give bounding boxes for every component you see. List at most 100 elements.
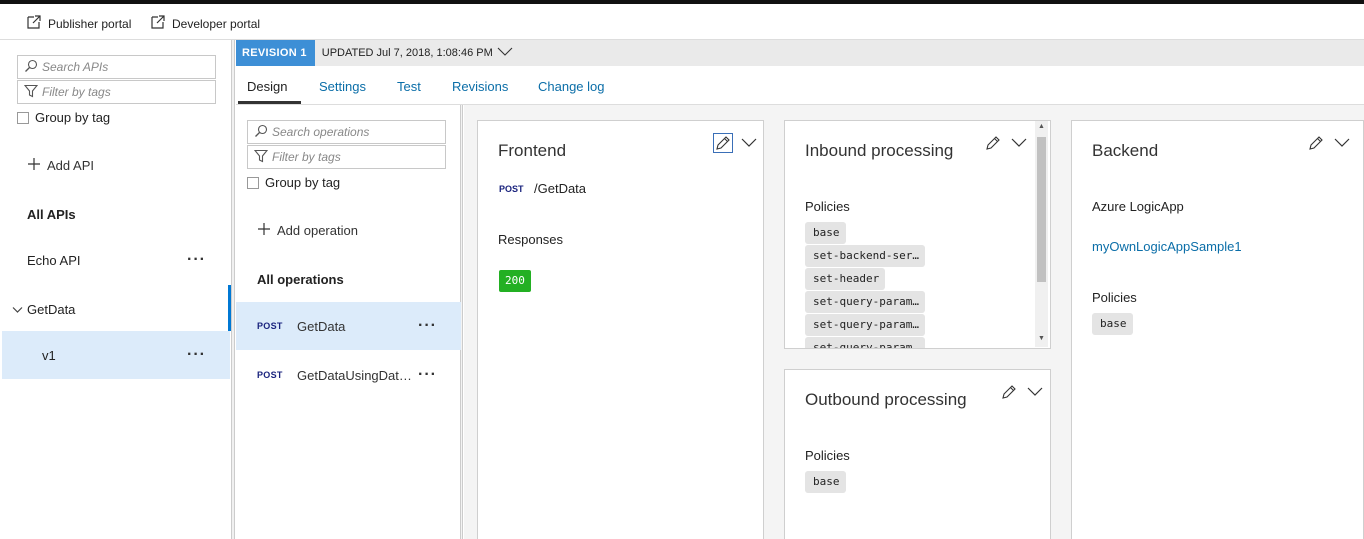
revision-dropdown[interactable]: UPDATED Jul 7, 2018, 1:08:46 PM: [322, 47, 513, 59]
more-options-icon[interactable]: ···: [418, 318, 437, 334]
search-operations-field[interactable]: [247, 120, 446, 144]
search-icon: [24, 59, 38, 76]
chevron-down-icon[interactable]: [1332, 133, 1352, 153]
search-apis-field[interactable]: [17, 55, 216, 79]
api-version-v1[interactable]: v1 ···: [2, 331, 230, 379]
api-version-label: v1: [42, 347, 56, 363]
policy-chip[interactable]: base: [1092, 313, 1133, 335]
operation-name: GetData: [297, 318, 346, 334]
publisher-portal-label: Publisher portal: [48, 16, 132, 31]
method-badge: POST: [257, 370, 283, 380]
inbound-processing-card: Inbound processing Policies base set-bac…: [784, 120, 1051, 349]
policies-label: Policies: [805, 448, 850, 463]
active-tab-indicator: [238, 101, 301, 104]
frontend-card: Frontend POST /GetData Responses 200: [477, 120, 764, 539]
method-badge: POST: [257, 321, 283, 331]
group-by-tag-checkbox[interactable]: Group by tag: [17, 110, 110, 125]
api-item-label: GetData: [27, 301, 76, 317]
filter-operations-tags-field[interactable]: [247, 145, 446, 169]
scroll-down-icon[interactable]: ▼: [1038, 335, 1045, 342]
scroll-up-icon[interactable]: ▲: [1038, 123, 1045, 130]
chevron-down-icon[interactable]: [1025, 382, 1045, 402]
inbound-scrollbar-thumb[interactable]: [1037, 137, 1046, 282]
edit-icon[interactable]: [1306, 133, 1326, 153]
external-link-icon: [26, 14, 42, 33]
responses-label: Responses: [498, 232, 564, 247]
checkbox-box[interactable]: [247, 176, 259, 189]
checkbox-box[interactable]: [17, 111, 29, 124]
panel-divider[interactable]: [232, 40, 235, 539]
tab-design[interactable]: Design: [247, 79, 287, 94]
add-api-button[interactable]: Add API: [27, 157, 94, 174]
edit-icon[interactable]: [713, 133, 733, 153]
plus-icon: [27, 157, 41, 174]
chevron-down-icon[interactable]: [739, 133, 759, 153]
add-operation-button[interactable]: Add operation: [257, 222, 358, 239]
backend-type: Azure LogicApp: [1092, 199, 1184, 214]
add-operation-label: Add operation: [277, 223, 358, 238]
ops-group-by-tag-checkbox[interactable]: Group by tag: [247, 175, 340, 190]
operation-name: GetDataUsingData...: [297, 367, 415, 383]
chevron-down-icon: [497, 47, 513, 59]
top-bar: Publisher portal Developer portal: [0, 0, 1364, 40]
search-operations-input[interactable]: [272, 125, 445, 139]
edit-icon[interactable]: [999, 382, 1019, 402]
plus-icon: [257, 222, 271, 239]
policies-label: Policies: [1092, 290, 1137, 305]
policy-chip[interactable]: set-query-param…: [805, 291, 925, 313]
chevron-down-icon[interactable]: [12, 302, 23, 317]
publisher-portal-link[interactable]: Publisher portal: [26, 14, 131, 33]
policy-chip[interactable]: set-header: [805, 268, 886, 290]
policy-chip[interactable]: set-query-param…: [805, 337, 925, 348]
group-by-tag-label: Group by tag: [265, 175, 341, 190]
revision-bar: REVISION 1 UPDATED Jul 7, 2018, 1:08:46 …: [236, 40, 1364, 66]
more-options-icon[interactable]: ···: [187, 347, 206, 363]
panel-divider[interactable]: [461, 105, 463, 539]
operation-item-getdatausingdata[interactable]: POST GetDataUsingData... ···: [236, 351, 461, 399]
filter-tags-input[interactable]: [42, 85, 215, 99]
edit-icon[interactable]: [983, 133, 1003, 153]
operation-path: /GetData: [534, 181, 587, 196]
tab-bar: Design Settings Test Revisions Change lo…: [236, 66, 1364, 105]
backend-card: Backend Azure LogicApp myOwnLogicAppSamp…: [1071, 120, 1364, 539]
inbound-title: Inbound processing: [805, 141, 954, 160]
filter-icon: [253, 149, 269, 166]
api-item-getdata[interactable]: GetData: [2, 285, 230, 333]
outbound-title: Outbound processing: [805, 390, 967, 409]
policy-chip[interactable]: set-query-param…: [805, 314, 925, 336]
frontend-title: Frontend: [498, 141, 567, 160]
method-badge: POST: [499, 184, 524, 194]
backend-title: Backend: [1092, 141, 1159, 160]
api-item-label: Echo API: [27, 252, 81, 268]
filter-operations-tags-input[interactable]: [272, 150, 445, 164]
selected-indicator: [228, 285, 231, 331]
more-options-icon[interactable]: ···: [418, 367, 437, 383]
policy-chip[interactable]: set-backend-ser…: [805, 245, 925, 267]
all-operations-heading[interactable]: All operations: [257, 272, 344, 287]
tab-test[interactable]: Test: [397, 79, 421, 94]
operation-item-getdata[interactable]: POST GetData ···: [236, 302, 461, 350]
search-apis-input[interactable]: [42, 60, 215, 74]
revision-updated-text: UPDATED Jul 7, 2018, 1:08:46 PM: [321, 47, 493, 59]
backend-link[interactable]: myOwnLogicAppSample1: [1092, 239, 1242, 254]
tab-settings[interactable]: Settings: [319, 79, 366, 94]
add-api-label: Add API: [47, 158, 94, 173]
filter-icon: [23, 84, 39, 101]
search-icon: [254, 124, 268, 141]
all-apis-heading[interactable]: All APIs: [27, 207, 76, 222]
developer-portal-label: Developer portal: [172, 16, 261, 31]
filter-tags-field[interactable]: [17, 80, 216, 104]
tab-revisions[interactable]: Revisions: [452, 79, 508, 94]
outbound-processing-card: Outbound processing Policies base: [784, 369, 1051, 539]
tab-change-log[interactable]: Change log: [538, 79, 605, 94]
group-by-tag-label: Group by tag: [35, 110, 111, 125]
chevron-down-icon[interactable]: [1009, 133, 1029, 153]
developer-portal-link[interactable]: Developer portal: [150, 14, 260, 33]
policy-chip[interactable]: base: [805, 222, 846, 244]
api-item-echo[interactable]: Echo API ···: [2, 236, 230, 284]
revision-badge[interactable]: REVISION 1: [236, 40, 315, 66]
external-link-icon: [150, 14, 166, 33]
policy-chip[interactable]: base: [805, 471, 846, 493]
more-options-icon[interactable]: ···: [187, 252, 206, 268]
response-code-badge[interactable]: 200: [499, 270, 531, 292]
